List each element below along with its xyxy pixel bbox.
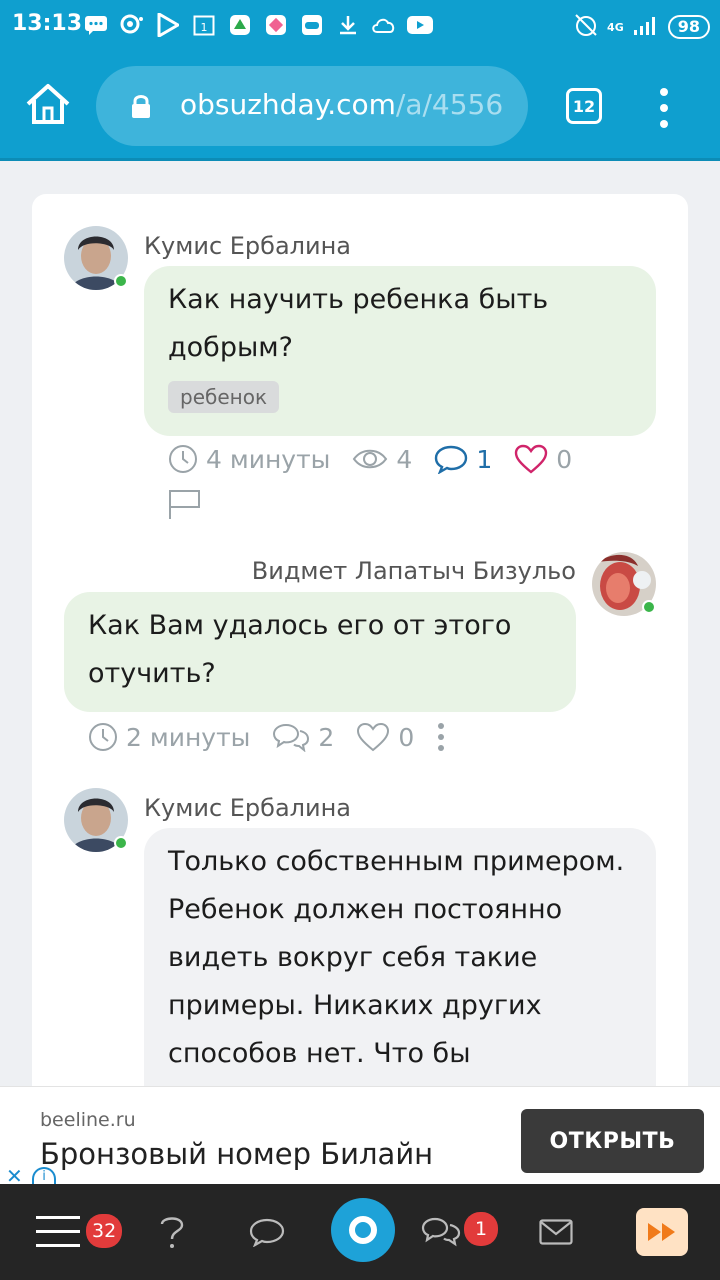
ad-banner[interactable]: beeline.ru Бронзовый номер Билайн ОТКРЫТ… [0, 1086, 720, 1186]
hamburger-menu-icon[interactable] [30, 1184, 86, 1280]
messages-icon[interactable] [418, 1184, 464, 1280]
like-button[interactable]: 0 [514, 444, 572, 474]
post-time: 4 минуты [168, 444, 330, 474]
more-actions-icon[interactable] [436, 722, 454, 752]
tabs-button[interactable]: 12 [566, 88, 602, 124]
flag-icon[interactable] [168, 488, 202, 524]
like-button[interactable]: 0 [356, 722, 414, 752]
battery-indicator: 98 [667, 15, 710, 39]
views-count: 4 [396, 444, 413, 474]
play-store-icon [154, 12, 182, 38]
comments-count: 1 [476, 444, 493, 474]
question-bubble[interactable]: Как научить ребенка быть добрым? ребенок [144, 266, 656, 436]
question-icon[interactable] [150, 1184, 194, 1280]
avatar[interactable] [64, 788, 128, 852]
ad-open-button[interactable]: ОТКРЫТЬ [521, 1109, 704, 1173]
author-name[interactable]: Видмет Лапатыч Бизульо [252, 557, 576, 585]
menu-badge: 32 [86, 1214, 123, 1248]
question-text: Как научить ребенка быть добрым? [168, 284, 549, 363]
reply-bubble[interactable]: Только собственным примером. Ребенок дол… [144, 828, 656, 1128]
signal-icon [632, 14, 660, 40]
network-type: 4G [607, 20, 624, 34]
likes-count: 0 [556, 444, 573, 474]
post-views: 4 [352, 445, 412, 474]
comments-button[interactable]: 1 [434, 444, 492, 474]
likes-count: 0 [398, 722, 415, 752]
ad-domain: beeline.ru [40, 1109, 136, 1131]
chat-icon[interactable] [244, 1184, 290, 1280]
comment-icon [435, 445, 468, 474]
reply-time: 2 минуты [88, 722, 250, 752]
status-bar: 13:13 1 4G 98 [0, 0, 720, 52]
svg-text:1: 1 [201, 21, 208, 34]
browser-toolbar: obsuzhday.com/a/4556 12 [0, 52, 720, 158]
home-icon[interactable] [24, 82, 72, 130]
notification-icons: 1 [82, 12, 434, 38]
close-icon[interactable]: ✕ [6, 1166, 24, 1186]
tag-chip[interactable]: ребенок [168, 381, 280, 413]
time-label: 2 минуты [126, 722, 251, 752]
heart-icon [357, 722, 390, 752]
conversation-card: Кумис Ербалина Как научить ребенка быть … [32, 194, 688, 1194]
system-indicators: 4G 98 [573, 12, 710, 42]
comments-icon [273, 723, 310, 752]
clock-icon [89, 723, 117, 751]
clock-icon [169, 445, 197, 473]
avatar[interactable] [592, 552, 656, 616]
time-label: 4 минуты [206, 444, 331, 474]
cloud-icon [370, 12, 398, 38]
info-icon[interactable]: i [32, 1167, 56, 1185]
online-indicator [642, 600, 656, 614]
author-name[interactable]: Кумис Ербалина [144, 232, 351, 260]
youtube-icon [406, 12, 434, 38]
reply-bubble[interactable]: Как Вам удалось его от этого отучить? [64, 592, 576, 712]
calendar-icon: 1 [190, 12, 218, 38]
replies-count: 2 [318, 722, 335, 752]
url-bar[interactable]: obsuzhday.com/a/4556 [96, 66, 528, 146]
alarm-off-icon [573, 12, 599, 42]
gamepad-icon [298, 12, 326, 38]
messages-badge: 1 [464, 1212, 498, 1246]
reply-meta: 2 минуты 2 0 [88, 722, 476, 752]
online-indicator [114, 274, 128, 288]
online-indicator [114, 836, 128, 850]
bottom-navigation: 32 1 [0, 1184, 720, 1280]
more-menu-icon[interactable] [654, 88, 674, 128]
author-name[interactable]: Кумис Ербалина [144, 794, 351, 822]
message-icon [82, 12, 110, 38]
url-text: obsuzhday.com/a/4556 [180, 88, 510, 121]
post-meta: 4 минуты 4 1 0 [168, 444, 594, 474]
app-icon [226, 12, 254, 38]
eye-icon [353, 449, 388, 469]
replies-button[interactable]: 2 [272, 722, 334, 752]
download-icon [334, 12, 362, 38]
url-domain: obsuzhday.com [180, 88, 396, 121]
mail-icon[interactable] [536, 1184, 576, 1280]
ad-title: Бронзовый номер Билайн [40, 1137, 434, 1171]
heart-icon [515, 444, 548, 474]
ask-question-button[interactable] [331, 1198, 395, 1262]
reply-text: Только собственным примером. Ребенок дол… [168, 846, 625, 1069]
url-path: /a/4556 [395, 88, 504, 121]
fast-forward-icon[interactable] [636, 1208, 688, 1256]
reply-text: Как Вам удалось его от этого отучить? [88, 610, 512, 689]
status-time: 13:13 [12, 11, 83, 36]
assistant-icon [118, 12, 146, 38]
lock-icon [130, 94, 152, 118]
app-icon [262, 12, 290, 38]
avatar[interactable] [64, 226, 128, 290]
toolbar-divider [0, 158, 720, 161]
